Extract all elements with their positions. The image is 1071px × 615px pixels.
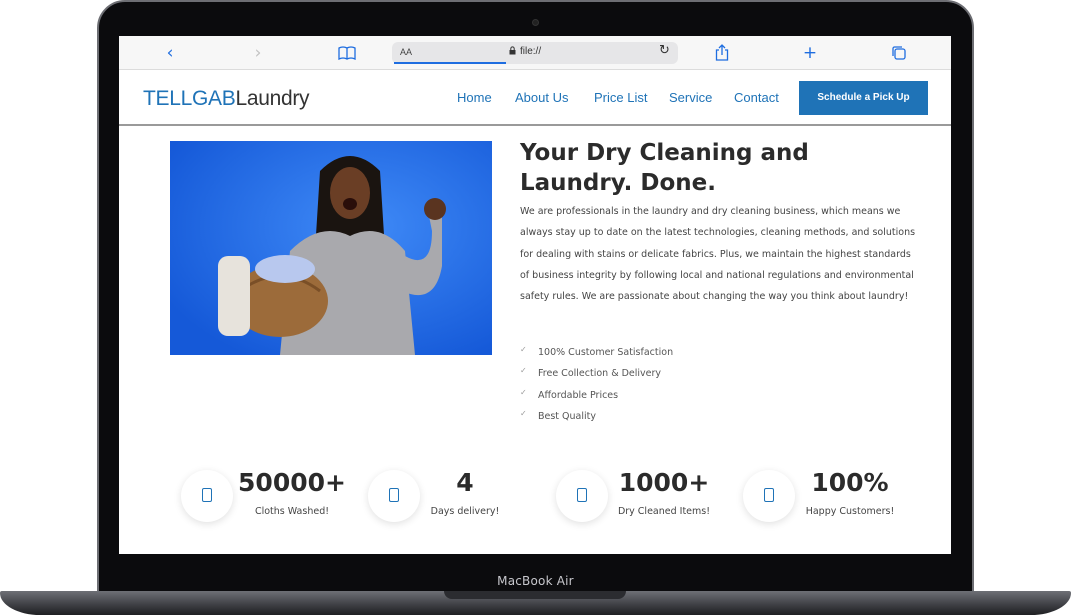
phone-icon (389, 488, 399, 502)
nav-home[interactable]: Home (457, 90, 492, 105)
stat-label-customers: Happy Customers! (805, 506, 895, 517)
device-label: MacBook Air (497, 574, 574, 588)
chevron-right-icon[interactable]: › (247, 42, 269, 64)
nav-price-list[interactable]: Price List (594, 90, 647, 105)
list-item: ✓ Free Collection & Delivery (520, 365, 673, 386)
stat-value-cloths: 50000+ (238, 468, 346, 497)
list-item: ✓ Affordable Prices (520, 387, 673, 408)
share-icon[interactable] (711, 42, 733, 64)
browser-screen: ‹ › AA file:// ↻ + TELLGABLaundry Home A… (119, 36, 951, 554)
stat-value-customers: 100% (811, 468, 889, 497)
stat-icon-circle (556, 470, 608, 522)
site-header: TELLGABLaundry Home About Us Price List … (119, 70, 951, 126)
stat-value-items: 1000+ (618, 468, 710, 497)
phone-icon (202, 488, 212, 502)
schedule-pickup-button[interactable]: Schedule a Pick Up (799, 81, 928, 115)
stat-icon-circle (181, 470, 233, 522)
checklist-label: Affordable Prices (538, 389, 619, 401)
reload-icon[interactable]: ↻ (659, 43, 670, 58)
hero-image (170, 141, 492, 355)
stat-icon-circle (743, 470, 795, 522)
camera-icon (532, 19, 539, 26)
nav-about-us[interactable]: About Us (515, 90, 568, 105)
checklist-label: Best Quality (538, 410, 597, 422)
lock-icon (509, 46, 516, 57)
stat-value-days: 4 (456, 468, 474, 497)
text-size-button[interactable]: AA (400, 47, 412, 57)
logo-part1: TELLGAB (143, 87, 236, 110)
browser-toolbar: ‹ › AA file:// ↻ + (119, 36, 951, 70)
plus-icon[interactable]: + (799, 42, 821, 64)
phone-icon (577, 488, 587, 502)
list-item: ✓ 100% Customer Satisfaction (520, 344, 673, 365)
stat-label-cloths: Cloths Washed! (254, 506, 330, 517)
list-item: ✓ Best Quality (520, 408, 673, 429)
hero-title: Your Dry Cleaning and Laundry. Done. (520, 140, 809, 196)
nav-contact[interactable]: Contact (734, 90, 779, 105)
laptop-mockup: ‹ › AA file:// ↻ + TELLGABLaundry Home A… (0, 0, 1071, 615)
hero-description: We are professionals in the laundry and … (520, 206, 916, 303)
book-icon[interactable] (336, 42, 358, 64)
check-icon: ✓ (520, 387, 527, 397)
feature-checklist: ✓ 100% Customer Satisfaction ✓ Free Collec… (520, 344, 673, 429)
url-text: file:// (520, 46, 542, 57)
check-icon: ✓ (520, 408, 527, 418)
chevron-left-icon[interactable]: ‹ (159, 42, 181, 64)
nav-service[interactable]: Service (669, 90, 712, 105)
check-icon: ✓ (520, 366, 527, 376)
address-bar[interactable]: AA file:// ↻ (392, 42, 678, 64)
load-progress-bar (394, 62, 506, 64)
tabs-icon[interactable] (888, 42, 910, 64)
checklist-label: 100% Customer Satisfaction (538, 347, 674, 358)
stat-label-items: Dry Cleaned Items! (617, 506, 711, 517)
logo-part2: Laundry (235, 87, 310, 110)
phone-icon (764, 488, 774, 502)
laptop-notch (444, 591, 626, 599)
stat-label-days: Days delivery! (430, 506, 500, 517)
check-icon: ✓ (520, 345, 527, 354)
checklist-label: Free Collection & Delivery (538, 368, 662, 380)
site-logo[interactable]: TELLGABLaundry (143, 87, 310, 111)
